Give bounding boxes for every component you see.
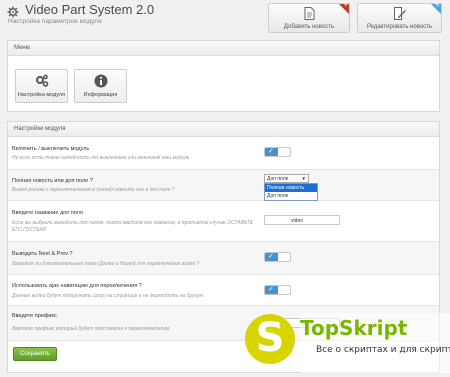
menu-panel: Меню Настройка модуля Информация [7, 40, 440, 112]
setting-title: Выводить Next & Prev ? [12, 251, 73, 257]
edit-mark-icon: ✎ [434, 2, 440, 9]
setting-title: Введите префикс [12, 313, 57, 319]
chevron-down-icon: ▼ [301, 176, 306, 181]
plus-icon: + [343, 2, 348, 9]
setting-title: Введите название доп поля [12, 210, 83, 216]
setting-title: Включить / выключить модуль [12, 146, 90, 152]
module-settings-tile[interactable]: Настройка модуля [15, 69, 68, 103]
settings-panel-title: Настройки модуля [8, 122, 439, 137]
watermark-logo-letter: S [255, 315, 285, 361]
app-title: Video Part System 2.0 [25, 2, 155, 17]
setting-title: Полная новость или доп поле ? [12, 178, 93, 184]
next-prev-toggle[interactable] [264, 252, 291, 262]
select-value: Доп поле [267, 176, 289, 182]
setting-description: Введите префикс который будет подставлен… [12, 326, 170, 332]
edit-news-button[interactable]: ✎ Редактировать новость [357, 2, 442, 33]
watermark-tagline: Все о скриптах и для скриптов... [316, 345, 450, 355]
document-icon [302, 7, 316, 20]
output-mode-select[interactable]: Доп поле ▼ [264, 174, 309, 183]
setting-description: Ну если есть такая надобность то выключа… [12, 155, 190, 161]
edit-news-label: Редактировать новость [366, 24, 433, 30]
enable-module-toggle[interactable] [264, 147, 291, 157]
information-label: Информация [83, 92, 118, 98]
add-news-label: Добавить новость [283, 24, 335, 30]
toggle-on-indicator [265, 253, 278, 261]
toggle-on-indicator [265, 286, 278, 294]
setting-description: Выводит ли дополнительные тега (Далее и … [12, 261, 200, 267]
setting-description: Вывод ролика с переключателем в полной н… [12, 187, 175, 193]
menu-panel-title: Меню [8, 41, 439, 56]
setting-row-next-prev: Выводить Next & Prev ? Выводит ли дополн… [8, 242, 439, 275]
dropdown-option-full-news[interactable]: Полная новость [265, 184, 317, 192]
setting-description: Если вы выбрали выводить доп полем, тогд… [12, 220, 254, 233]
dropdown-option-extra-field[interactable]: Доп поле [265, 192, 317, 200]
setting-row-enable-module: Включить / выключить модуль Ну если есть… [8, 137, 439, 170]
watermark-logo: S [245, 314, 295, 364]
setting-description: Данные видео будут подгружать сразу на с… [12, 293, 204, 299]
output-mode-dropdown: Полная новость Доп поле [264, 183, 318, 201]
setting-row-field-name: Введите название доп поля Если вы выбрал… [8, 201, 439, 242]
edit-document-icon [393, 7, 407, 20]
ajax-navigation-toggle[interactable] [264, 285, 291, 295]
toggle-on-indicator [265, 148, 278, 156]
field-name-input[interactable]: video [264, 215, 340, 225]
setting-row-ajax-navigation: Использовать ajax навигацию для переключ… [8, 275, 439, 306]
setting-row-output-mode: Полная новость или доп поле ? Вывод роли… [8, 170, 439, 201]
information-tile[interactable]: Информация [74, 69, 127, 103]
setting-title: Использовать ajax навигацию для переключ… [12, 283, 142, 289]
add-news-button[interactable]: + Добавить новость [268, 2, 350, 33]
save-button[interactable]: Сохранить [13, 347, 57, 361]
header: Video Part System 2.0 Настройка параметр… [0, 0, 450, 34]
settings-logo-icon [7, 5, 19, 18]
watermark-brand: TopSkript [300, 316, 408, 340]
app-subtitle: Настройка параметров модуля [8, 18, 102, 25]
module-settings-label: Настройка модуля [17, 92, 66, 98]
